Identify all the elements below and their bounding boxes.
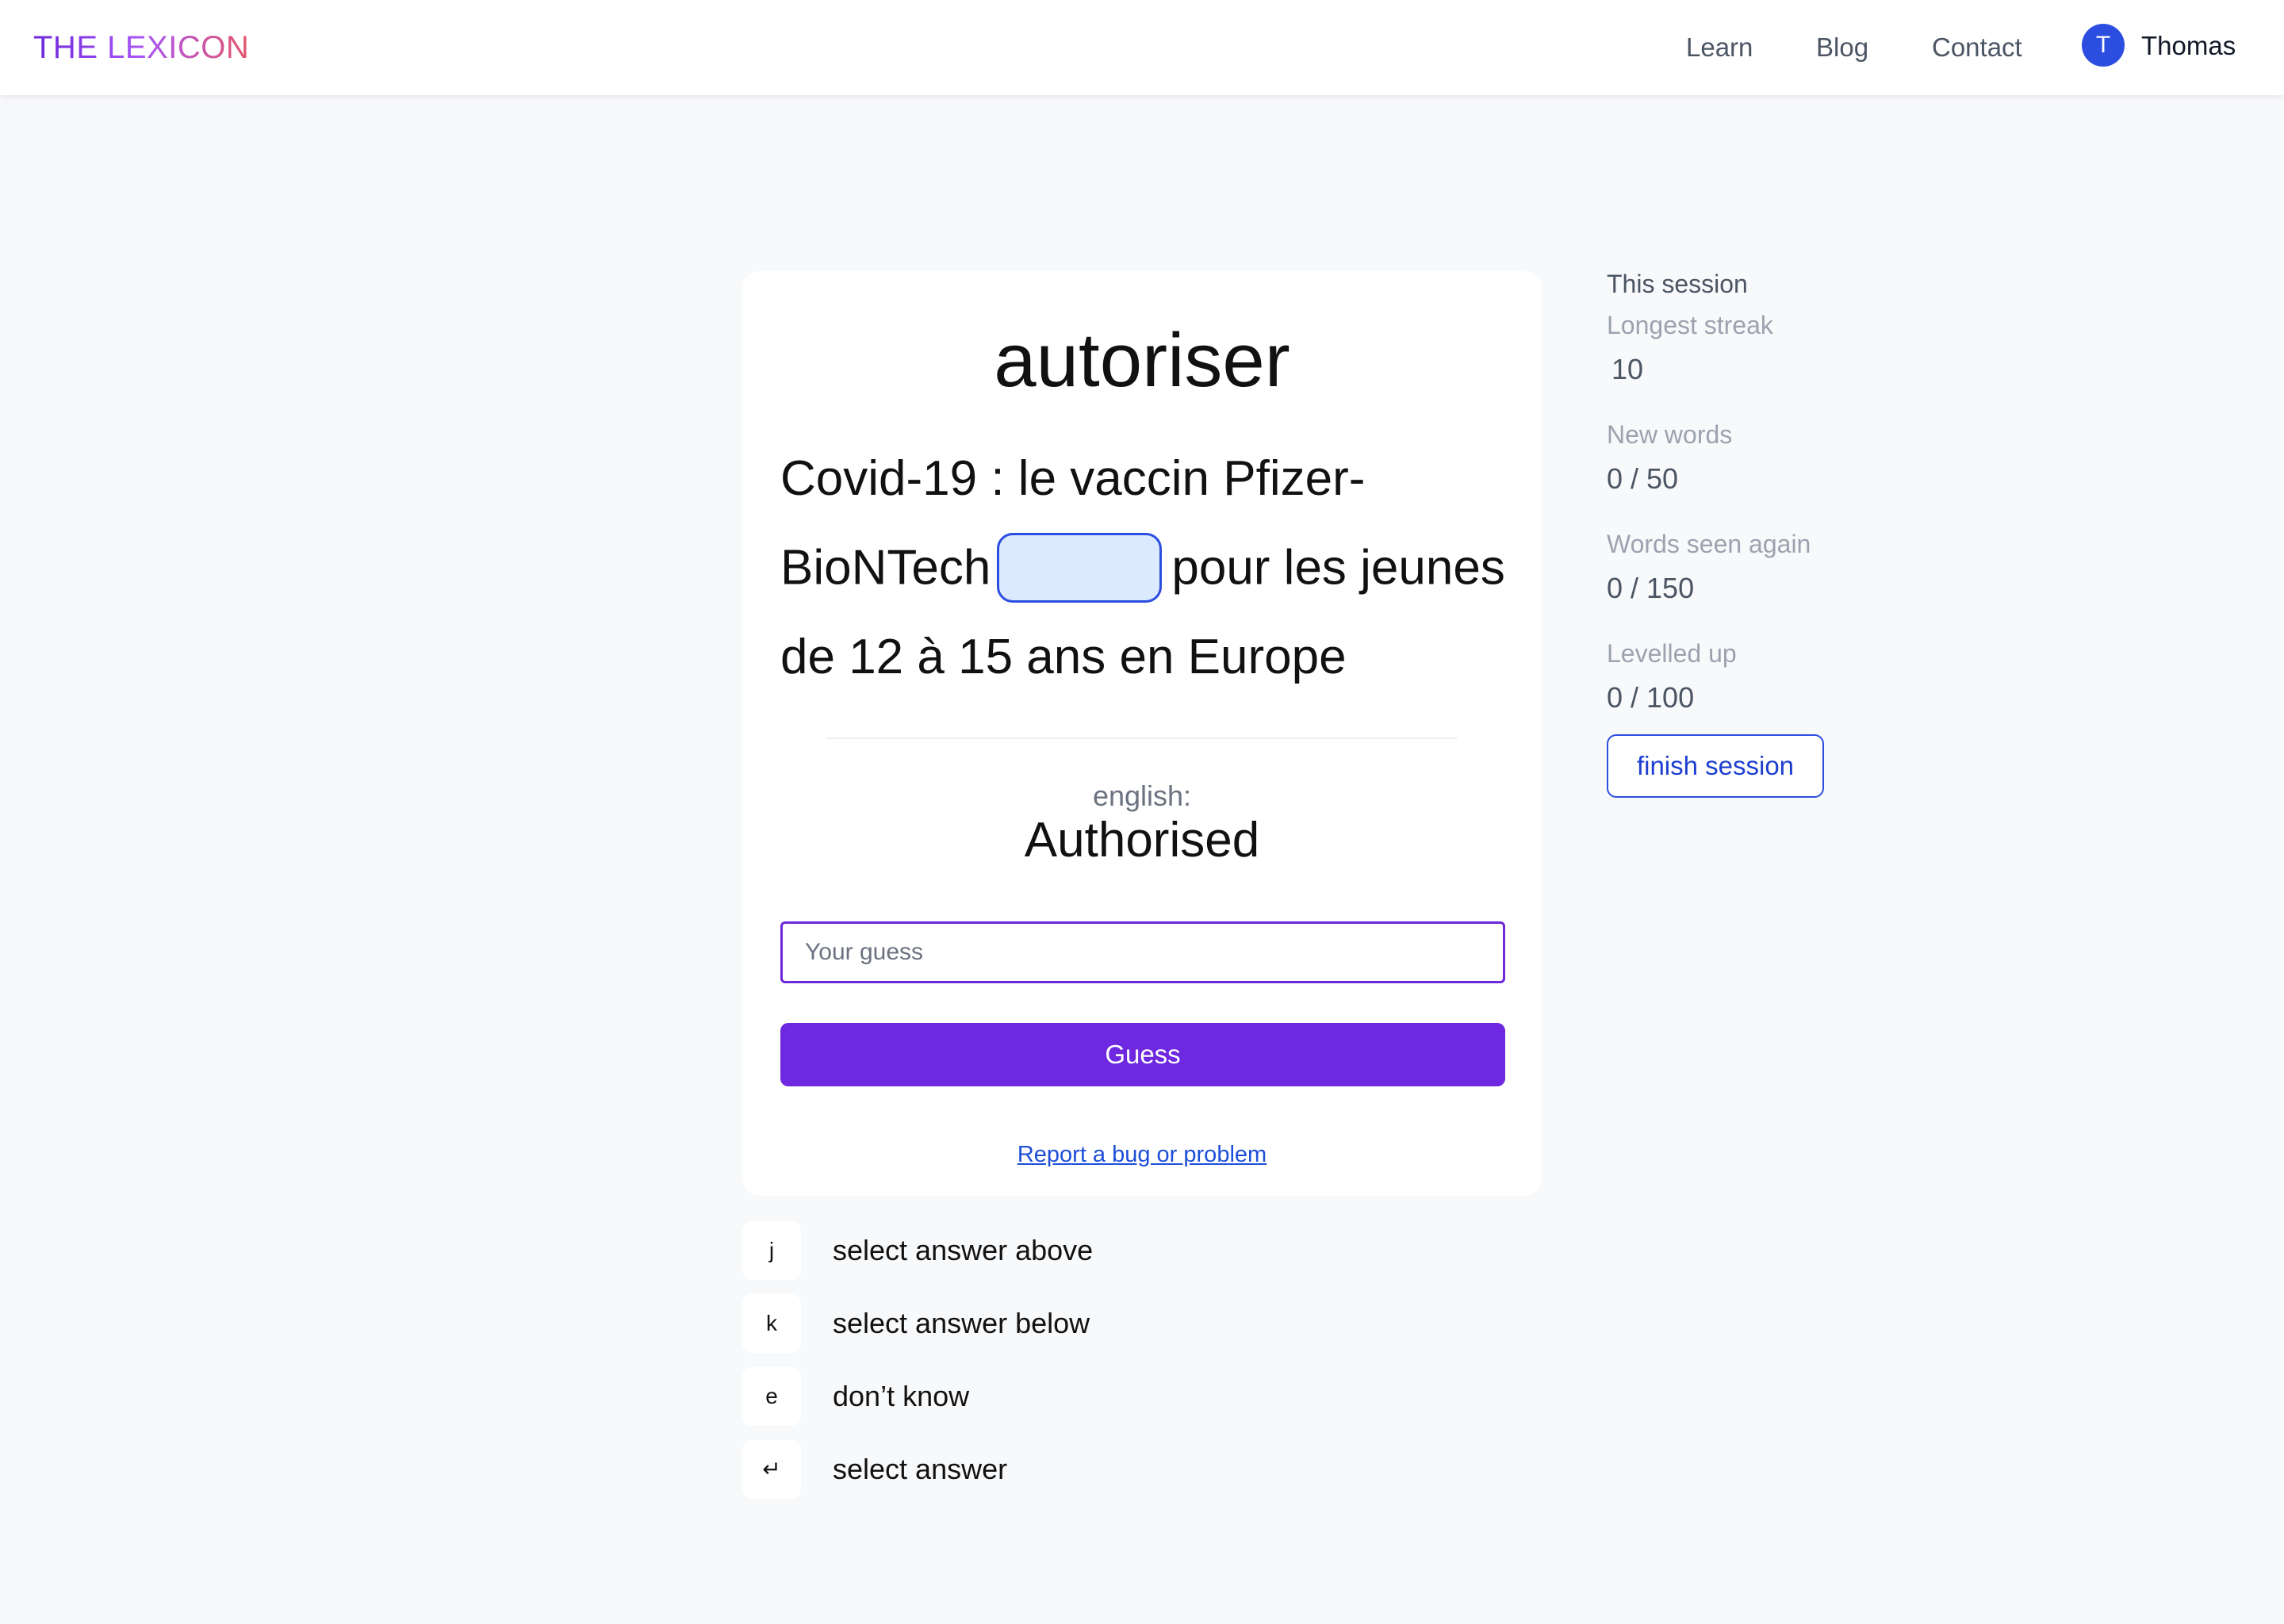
- nav-contact-link[interactable]: Contact: [1932, 30, 2022, 65]
- sentence-line-3: de 12 à 15 ans en Europe: [780, 630, 1347, 684]
- sentence-line-1: Covid-19 : le vaccin Pfizer-: [780, 451, 1366, 506]
- shortcut-row: e don’t know: [742, 1367, 1297, 1426]
- nav-learn-link[interactable]: Learn: [1686, 30, 1753, 65]
- shortcut-row: j select answer above: [742, 1221, 1297, 1280]
- stat-label-new-words: New words: [1607, 420, 1733, 449]
- sentence-after-blank: pour les jeunes: [1171, 540, 1505, 596]
- site-logo[interactable]: THE LEXICON: [33, 27, 249, 68]
- shortcut-row: ↵ select answer: [742, 1440, 1297, 1499]
- user-name[interactable]: Thomas: [2141, 29, 2236, 63]
- stat-value-new-words: 0 / 50: [1607, 462, 1679, 495]
- flashcard: autoriser Covid-19 : le vaccin Pfizer- B…: [742, 271, 1542, 1196]
- sentence-before-blank: BioNTech: [780, 540, 991, 596]
- target-word: autoriser: [994, 318, 1290, 403]
- stat-value-levelled-up: 0 / 100: [1607, 681, 1695, 714]
- stat-value-longest-streak: 10: [1611, 353, 1644, 385]
- top-navbar: THE LEXICON Learn Blog Contact T Thomas: [0, 0, 2284, 95]
- keycap-k: k: [742, 1294, 801, 1353]
- user-avatar[interactable]: T: [2082, 24, 2125, 67]
- report-bug-link[interactable]: Report a bug or problem: [742, 1139, 1542, 1170]
- finish-session-button[interactable]: finish session: [1607, 734, 1824, 798]
- nav-blog-link[interactable]: Blog: [1816, 30, 1868, 65]
- shortcut-label: select answer below: [833, 1307, 1090, 1339]
- guess-button[interactable]: Guess: [780, 1023, 1505, 1086]
- guess-input[interactable]: [780, 921, 1505, 983]
- shortcut-label: don’t know: [833, 1380, 970, 1412]
- keycap-e: e: [742, 1367, 801, 1426]
- sentence-blank: [997, 533, 1163, 603]
- sentence-line-2: BioNTech pour les jeunes: [780, 533, 1505, 606]
- stat-label-words-seen-again: Words seen again: [1607, 530, 1811, 558]
- shortcut-label: select answer: [833, 1453, 1008, 1485]
- stat-label-longest-streak: Longest streak: [1607, 311, 1773, 339]
- shortcut-row: k select answer below: [742, 1294, 1297, 1353]
- session-title: This session: [1607, 270, 1748, 298]
- keycap-enter-icon: ↵: [742, 1440, 801, 1499]
- stat-label-levelled-up: Levelled up: [1607, 639, 1737, 668]
- keycap-j: j: [742, 1221, 801, 1280]
- translation-word: Authorised: [1024, 813, 1260, 868]
- stat-value-words-seen-again: 0 / 150: [1607, 572, 1695, 604]
- card-divider: [826, 737, 1458, 739]
- shortcut-label: select answer above: [833, 1234, 1094, 1266]
